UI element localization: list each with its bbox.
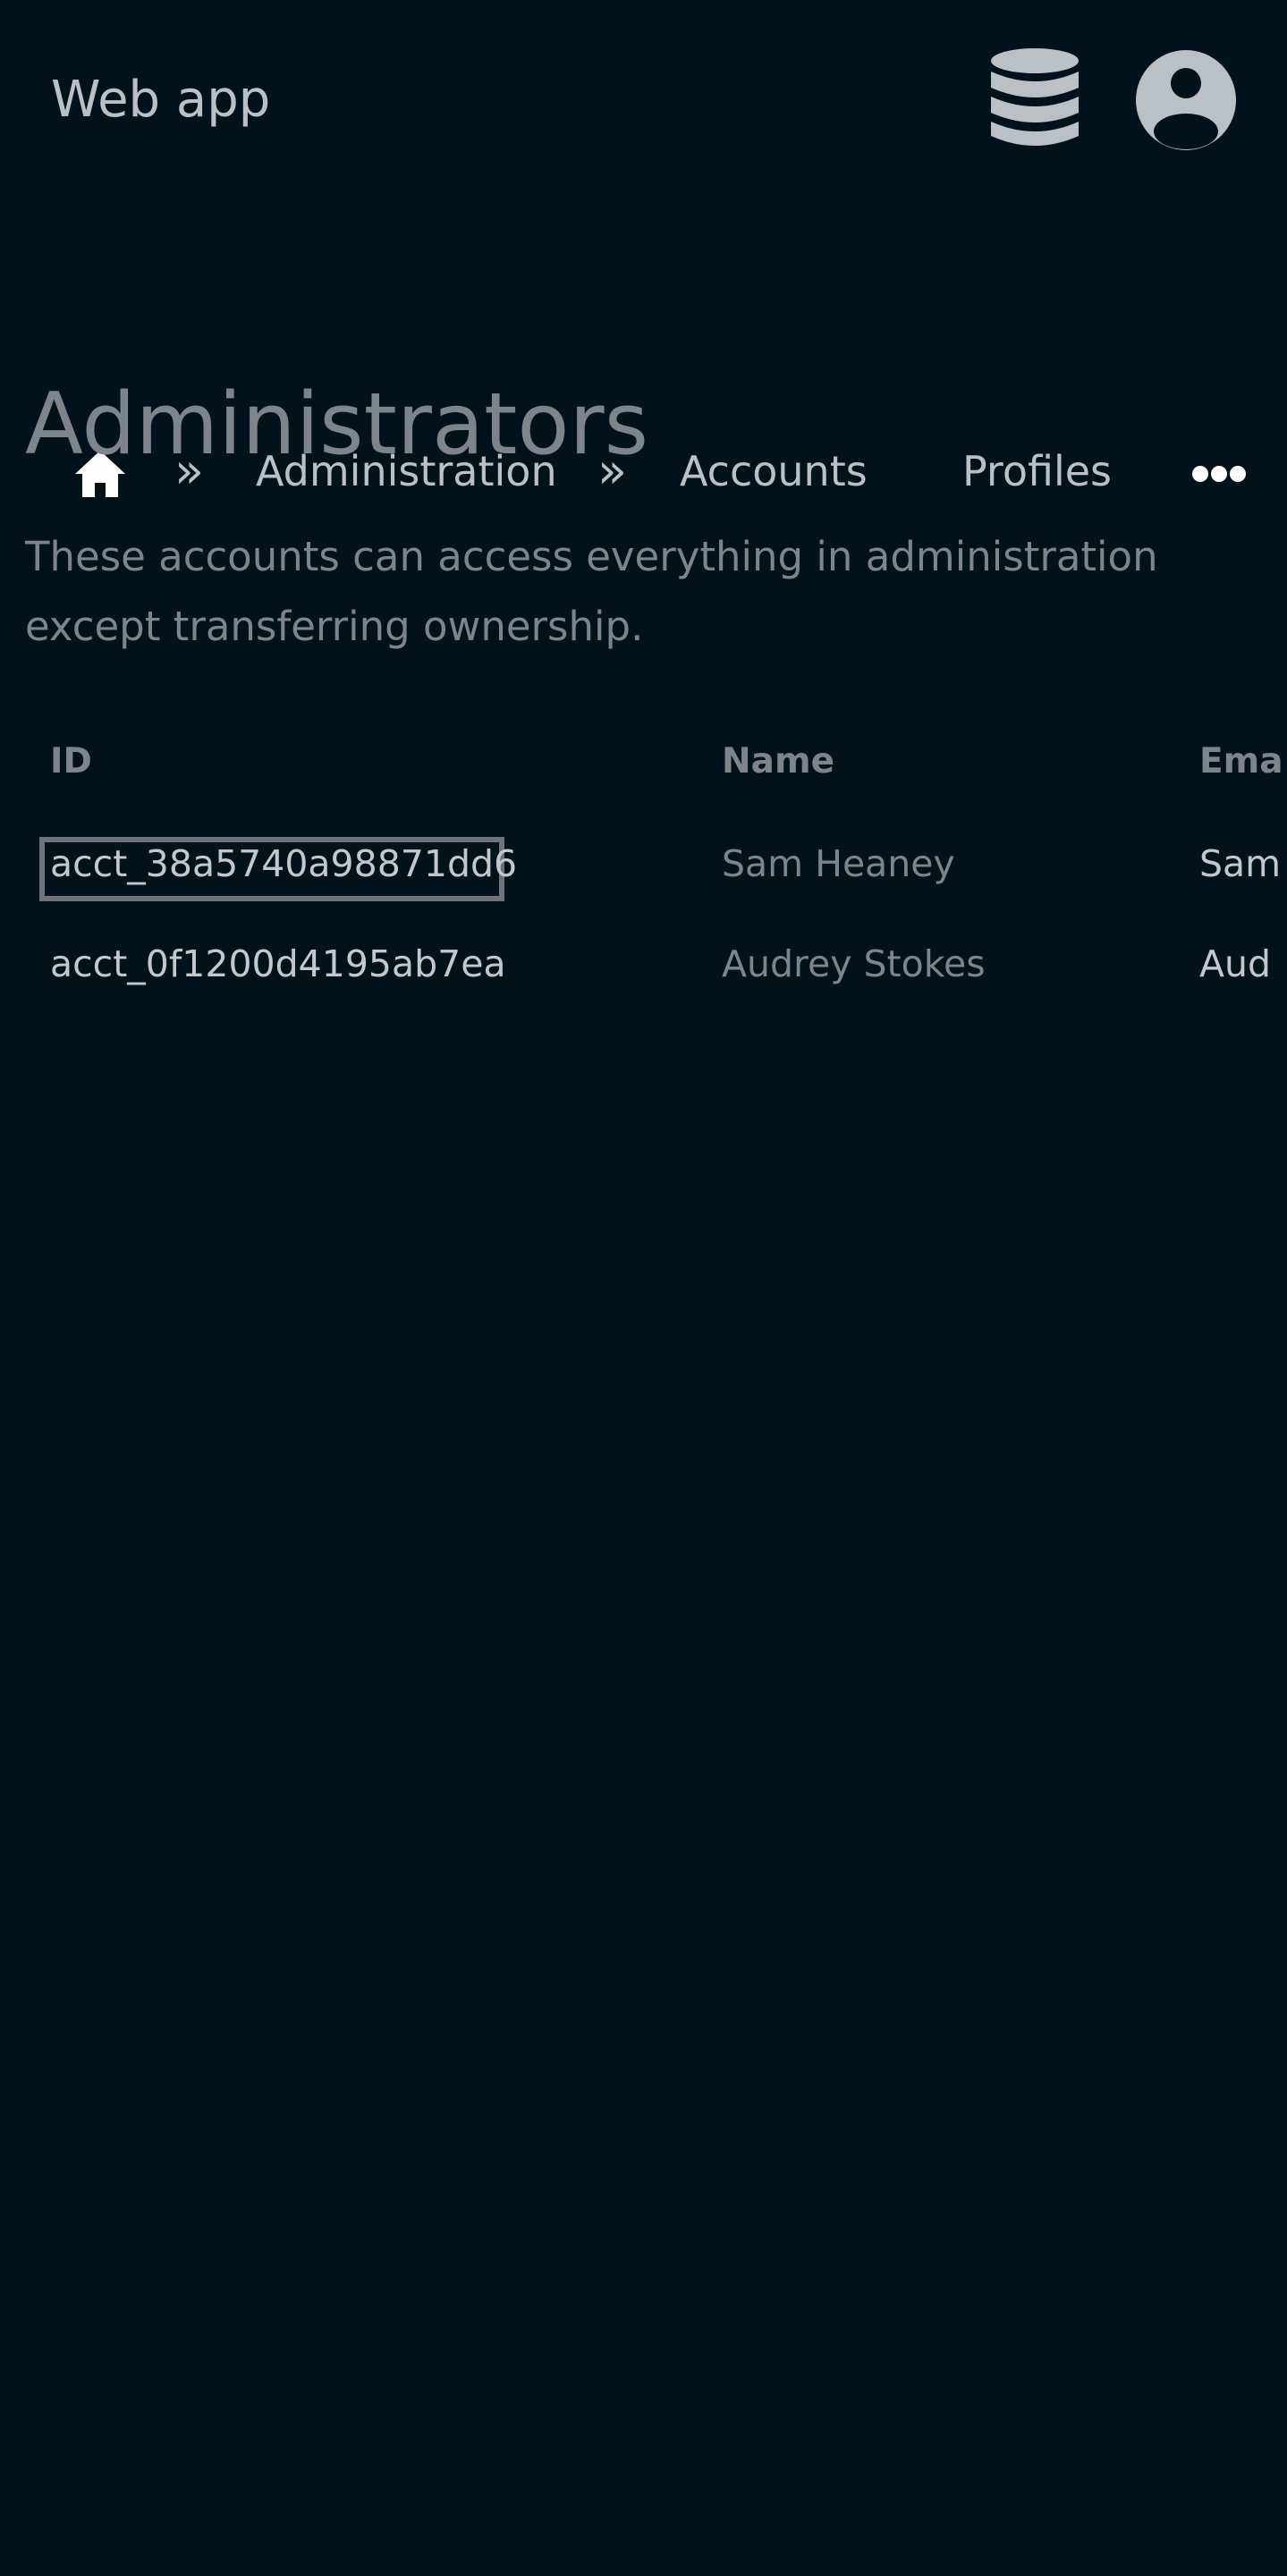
breadcrumb: » Administration » Accounts Profiles [0,215,1287,499]
app-header: Web app [0,0,1287,197]
breadcrumb-item-accounts[interactable]: Accounts [680,440,868,503]
app-title[interactable]: Web app [51,64,270,136]
cell-account-email: Aud [1199,942,1272,985]
cell-account-name: Audrey Stokes [722,942,986,985]
column-header-name[interactable]: Name [722,730,834,794]
cell-account-id[interactable]: acct_0f1200d4195ab7ea [50,932,506,996]
user-account-icon[interactable] [1135,49,1237,151]
cell-account-id[interactable]: acct_38a5740a98871dd6 [50,832,517,896]
cell-account-email: Sam [1199,842,1282,885]
page-description: These accounts can access everything in … [25,533,1158,650]
administrators-table: ID Name Ema acct_38a5740a98871dd6 Sam He… [25,730,1287,998]
page: Web app » Administration » Accounts Prof… [0,0,1287,2576]
ellipsis-icon[interactable] [1191,463,1247,485]
column-header-email[interactable]: Ema [1199,730,1283,794]
column-header-id[interactable]: ID [50,730,92,794]
breadcrumb-item-profiles[interactable]: Profiles [962,440,1112,503]
database-icon[interactable] [989,46,1080,152]
page-title: Administrators [25,376,649,474]
cell-account-name: Sam Heaney [722,842,955,885]
